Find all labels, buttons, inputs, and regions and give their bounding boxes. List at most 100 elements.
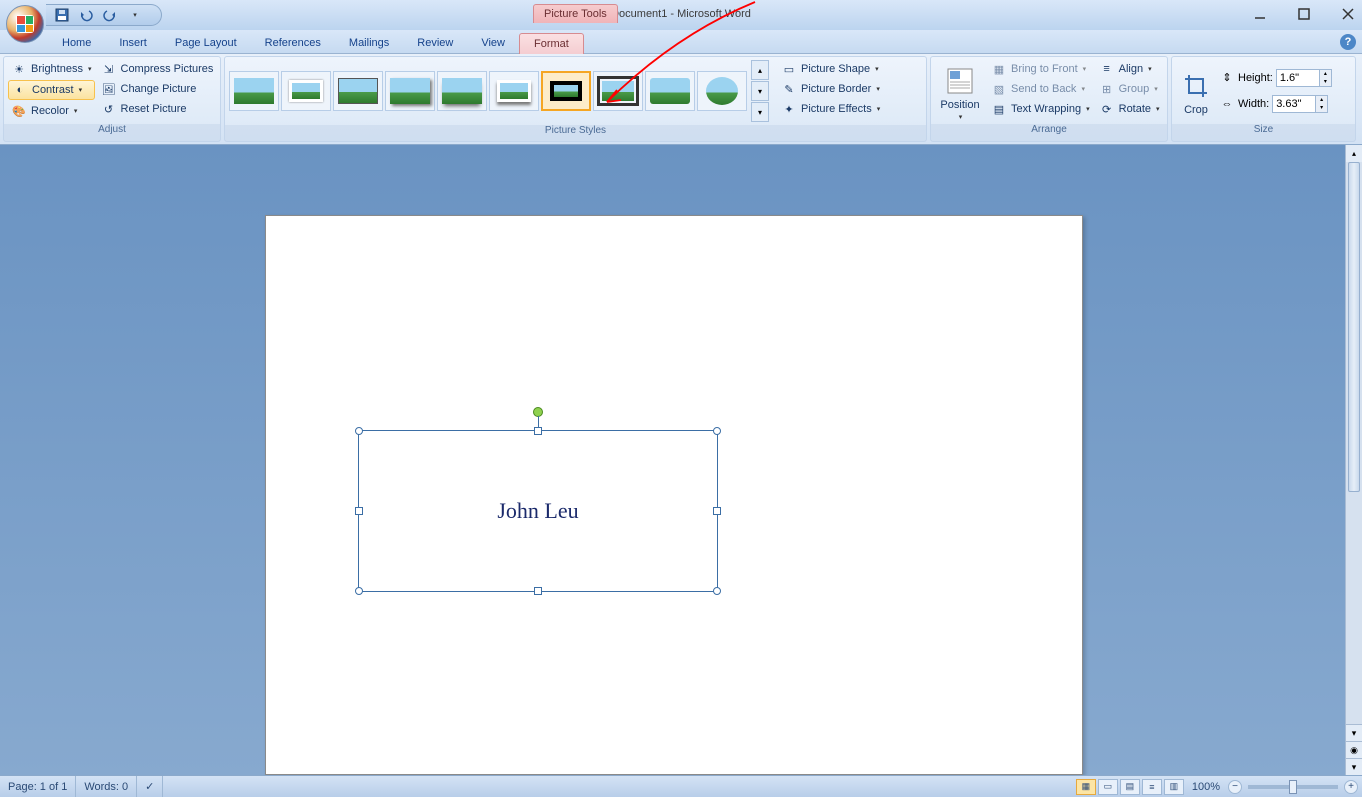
- zoom-level[interactable]: 100%: [1192, 781, 1220, 793]
- picture-shape-button[interactable]: ▭Picture Shape▾: [778, 60, 883, 78]
- resize-handle-tr[interactable]: [713, 427, 721, 435]
- change-picture-icon: 🖼: [101, 81, 117, 97]
- gallery-scroll-down[interactable]: ▾: [751, 81, 769, 101]
- style-thumb-2[interactable]: [281, 71, 331, 111]
- style-thumb-8[interactable]: [593, 71, 643, 111]
- recolor-button[interactable]: 🎨Recolor▾: [8, 102, 95, 120]
- close-button[interactable]: [1340, 6, 1356, 22]
- qat-customize-dropdown[interactable]: ▾: [127, 7, 143, 23]
- zoom-slider[interactable]: [1248, 785, 1338, 789]
- width-value[interactable]: [1273, 96, 1315, 112]
- group-button[interactable]: ⊞Group▾: [1096, 80, 1163, 98]
- brightness-label: Brightness: [31, 63, 83, 75]
- rotate-button[interactable]: ⟳Rotate▾: [1096, 100, 1163, 118]
- height-input[interactable]: ▴▾: [1276, 69, 1332, 87]
- height-spin-down[interactable]: ▾: [1319, 78, 1331, 86]
- tab-insert[interactable]: Insert: [105, 33, 161, 53]
- compress-icon: ⇲: [101, 61, 117, 77]
- reset-picture-button[interactable]: ↺Reset Picture: [98, 100, 217, 118]
- resize-handle-b[interactable]: [534, 587, 542, 595]
- document-workspace[interactable]: John Leu ▴ ▾ ◉ ▾: [0, 145, 1362, 775]
- status-words[interactable]: Words: 0: [76, 776, 137, 797]
- scroll-down-button[interactable]: ▾: [1346, 724, 1362, 741]
- width-input[interactable]: ▴▾: [1272, 95, 1328, 113]
- view-web-layout[interactable]: ▤: [1120, 779, 1140, 795]
- picture-border-button[interactable]: ✎Picture Border▾: [778, 80, 883, 98]
- view-draft[interactable]: ▥: [1164, 779, 1184, 795]
- gallery-scroll-up[interactable]: ▴: [751, 60, 769, 80]
- minimize-button[interactable]: [1252, 6, 1268, 22]
- tab-references[interactable]: References: [251, 33, 335, 53]
- group-arrange: Position▾ ▦Bring to Front▾ ▧Send to Back…: [930, 56, 1168, 142]
- resize-handle-l[interactable]: [355, 507, 363, 515]
- style-thumb-9[interactable]: [645, 71, 695, 111]
- align-icon: ≡: [1099, 61, 1115, 77]
- style-thumb-3[interactable]: [333, 71, 383, 111]
- zoom-in-button[interactable]: +: [1344, 780, 1358, 794]
- width-spin-up[interactable]: ▴: [1315, 96, 1327, 104]
- zoom-out-button[interactable]: −: [1228, 780, 1242, 794]
- style-thumb-10[interactable]: [697, 71, 747, 111]
- tab-page-layout[interactable]: Page Layout: [161, 33, 251, 53]
- align-button[interactable]: ≡Align▾: [1096, 60, 1163, 78]
- style-thumb-1[interactable]: [229, 71, 279, 111]
- redo-button[interactable]: [102, 7, 118, 23]
- scroll-thumb[interactable]: [1348, 162, 1360, 492]
- tab-review[interactable]: Review: [403, 33, 467, 53]
- gallery-expand[interactable]: ▾: [751, 102, 769, 122]
- status-proofing[interactable]: ✓: [137, 776, 163, 797]
- style-thumb-5[interactable]: [437, 71, 487, 111]
- view-outline[interactable]: ≡: [1142, 779, 1162, 795]
- height-spin-up[interactable]: ▴: [1319, 70, 1331, 78]
- help-button[interactable]: ?: [1340, 34, 1356, 50]
- view-print-layout[interactable]: ▦: [1076, 779, 1096, 795]
- style-thumb-7[interactable]: [541, 71, 591, 111]
- resize-handle-r[interactable]: [713, 507, 721, 515]
- status-page[interactable]: Page: 1 of 1: [0, 776, 76, 797]
- undo-button[interactable]: [78, 7, 94, 23]
- text-wrapping-button[interactable]: ▤Text Wrapping▾: [988, 100, 1093, 118]
- selected-picture[interactable]: John Leu: [358, 430, 718, 592]
- position-button[interactable]: Position▾: [935, 60, 985, 121]
- compress-pictures-button[interactable]: ⇲Compress Pictures: [98, 60, 217, 78]
- text-wrap-label: Text Wrapping: [1011, 103, 1081, 115]
- next-page-button[interactable]: ▾: [1346, 758, 1362, 775]
- save-button[interactable]: [54, 7, 70, 23]
- scroll-up-button[interactable]: ▴: [1346, 145, 1362, 162]
- brightness-button[interactable]: ☀Brightness▾: [8, 60, 95, 78]
- contrast-button[interactable]: ◐Contrast▾: [8, 80, 95, 100]
- ribbon: ☀Brightness▾ ◐Contrast▾ 🎨Recolor▾ ⇲Compr…: [0, 54, 1362, 145]
- height-value[interactable]: [1277, 70, 1319, 86]
- picture-effects-icon: ✦: [781, 101, 797, 117]
- view-full-screen[interactable]: ▭: [1098, 779, 1118, 795]
- bring-to-front-button[interactable]: ▦Bring to Front▾: [988, 60, 1093, 78]
- resize-handle-t[interactable]: [534, 427, 542, 435]
- height-label: Height:: [1238, 72, 1273, 84]
- tab-format[interactable]: Format: [519, 33, 584, 54]
- tab-mailings[interactable]: Mailings: [335, 33, 403, 53]
- tab-home[interactable]: Home: [48, 33, 105, 53]
- resize-handle-br[interactable]: [713, 587, 721, 595]
- position-label: Position: [940, 99, 979, 111]
- office-button[interactable]: [6, 5, 44, 43]
- zoom-slider-thumb[interactable]: [1289, 780, 1297, 794]
- crop-button[interactable]: Crop: [1176, 60, 1216, 121]
- previous-page-button[interactable]: ◉: [1346, 741, 1362, 758]
- resize-handle-bl[interactable]: [355, 587, 363, 595]
- tab-view[interactable]: View: [467, 33, 519, 53]
- width-spin-down[interactable]: ▾: [1315, 104, 1327, 112]
- resize-handle-tl[interactable]: [355, 427, 363, 435]
- group-adjust-label: Adjust: [4, 124, 220, 141]
- width-label: Width:: [1238, 98, 1269, 110]
- group-size: Crop ⇕ Height: ▴▾ ⇔ Width: ▴▾ Size: [1171, 56, 1356, 142]
- maximize-button[interactable]: [1296, 6, 1312, 22]
- group-icon: ⊞: [1099, 81, 1115, 97]
- style-thumb-4[interactable]: [385, 71, 435, 111]
- scroll-track[interactable]: [1346, 162, 1362, 724]
- change-picture-button[interactable]: 🖼Change Picture: [98, 80, 217, 98]
- width-icon: ⇔: [1219, 96, 1235, 112]
- picture-shape-label: Picture Shape: [801, 63, 870, 75]
- style-thumb-6[interactable]: [489, 71, 539, 111]
- picture-effects-button[interactable]: ✦Picture Effects▾: [778, 100, 883, 118]
- send-to-back-button[interactable]: ▧Send to Back▾: [988, 80, 1093, 98]
